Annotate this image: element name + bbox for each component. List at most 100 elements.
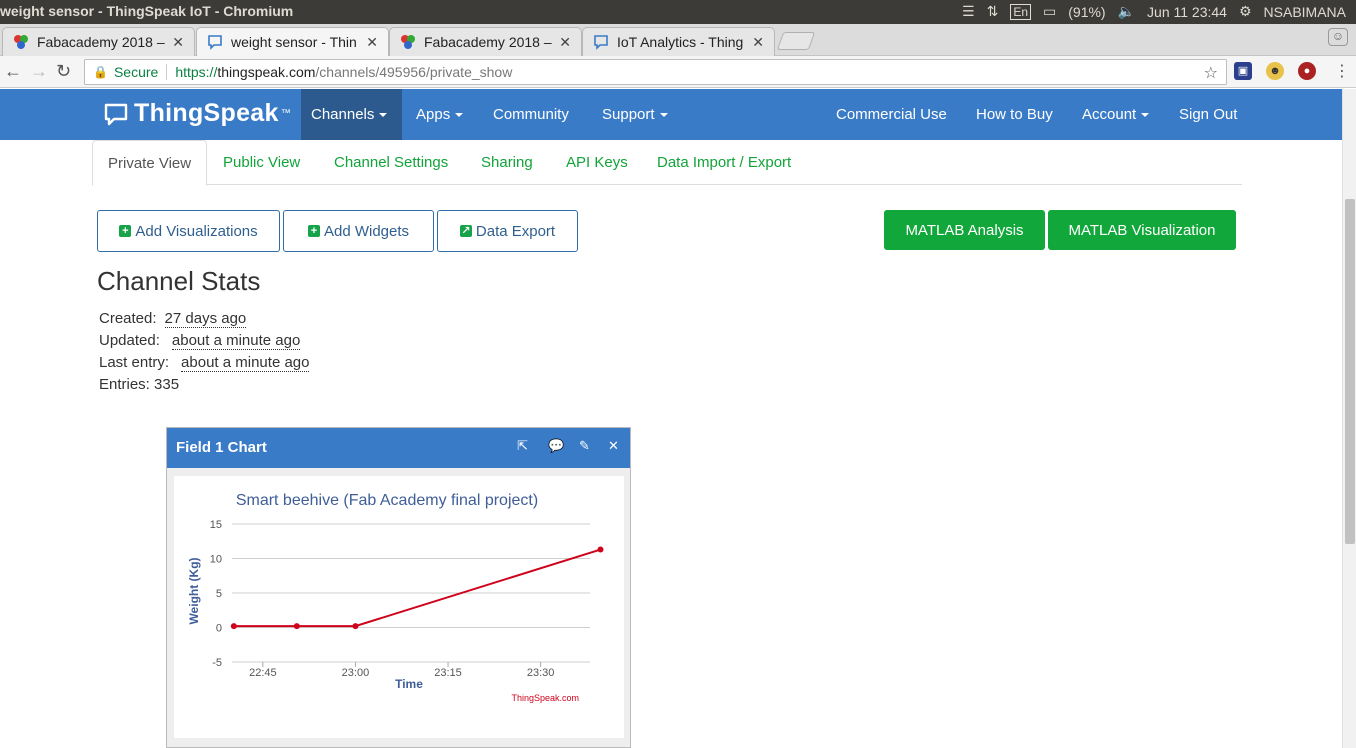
stat-value: 27 days ago [164,310,247,328]
new-tab-button[interactable] [776,32,816,50]
y-tick-label: -5 [212,657,222,669]
y-tick-label: 10 [210,554,222,566]
add-widgets-button[interactable]: + Add Widgets [283,210,434,252]
tab-public-view[interactable]: Public View [208,140,315,185]
browser-tab[interactable]: Fabacademy 2018 – ✕ [2,27,195,56]
bookmark-star-icon[interactable]: ☆ [1204,63,1218,83]
keyboard-layout[interactable]: En [1010,3,1032,20]
nav-commercial-use[interactable]: Commercial Use [826,89,957,140]
stat-value: about a minute ago [181,354,310,372]
stat-value: about a minute ago [171,332,301,350]
tab-channel-settings[interactable]: Channel Settings [319,140,463,185]
button-label: Data Export [475,222,556,240]
user-name[interactable]: NSABIMANA [1264,4,1346,20]
extension-icon[interactable]: ▣ [1234,62,1252,80]
forward-arrow-icon[interactable]: → [30,61,48,82]
tab-sharing[interactable]: Sharing [466,140,548,185]
data-point[interactable] [293,623,300,630]
add-visualizations-button[interactable]: + Add Visualizations [97,210,280,252]
profile-icon[interactable]: ☺ [1328,28,1348,46]
url-host: thingspeak.com [217,64,316,80]
chart-grid [232,523,590,663]
chart-area: Smart beehive (Fab Academy final project… [174,476,624,738]
nav-account[interactable]: Account [1072,89,1159,140]
nav-apps[interactable]: Apps [406,89,473,140]
nav-label: Commercial Use [836,106,947,123]
page-scrollbar[interactable] [1342,89,1356,748]
tab-title: IoT Analytics - Thing [617,34,744,50]
close-icon[interactable]: ✕ [608,438,619,454]
nav-community[interactable]: Community [483,89,579,140]
close-tab-icon[interactable]: ✕ [752,34,764,51]
browser-tab[interactable]: IoT Analytics - Thing ✕ [582,27,775,56]
close-tab-icon[interactable]: ✕ [559,34,571,51]
tab-data-import-export[interactable]: Data Import / Export [642,140,806,185]
tab-title: weight sensor - Thin [231,34,357,50]
y-tick-label: 0 [216,623,222,635]
url-protocol: https:// [175,64,218,80]
nav-label: Account [1082,106,1137,123]
caret-down-icon [455,113,464,118]
nav-label: How to Buy [976,106,1053,123]
window-title: weight sensor - ThingSpeak IoT - Chromiu… [0,3,294,19]
matlab-analysis-button[interactable]: MATLAB Analysis [884,210,1045,250]
fabacademy-favicon-icon [14,35,28,49]
tab-private-view[interactable]: Private View [92,140,208,186]
tab-api-keys[interactable]: API Keys [551,140,643,185]
pencil-icon[interactable]: ✎ [579,438,590,454]
clock[interactable]: Jun 11 23:44 [1147,4,1227,20]
reload-icon[interactable]: ↻ [56,61,71,82]
nav-sign-out[interactable]: Sign Out [1169,89,1247,140]
os-top-bar: weight sensor - ThingSpeak IoT - Chromiu… [0,0,1356,24]
volume-icon[interactable]: 🔈 [1118,3,1135,20]
stat-label: Entries: [99,376,150,393]
scrollbar-thumb[interactable] [1345,199,1355,544]
button-label: Add Visualizations [135,222,258,240]
matlab-visualization-button[interactable]: MATLAB Visualization [1048,210,1236,250]
x-axis-label: Time [395,677,423,691]
close-tab-icon[interactable]: ✕ [366,34,378,51]
menu-icon[interactable]: ☰ [962,3,975,20]
url-input[interactable]: 🔒 Secure https:// thingspeak.com /channe… [84,59,1227,85]
stat-updated: Updated: about a minute ago [99,332,301,350]
fabacademy-favicon-icon [401,35,415,49]
back-arrow-icon[interactable]: ← [4,61,22,82]
y-axis-label: Weight (Kg) [187,557,201,624]
extension-icon[interactable]: ☻ [1266,62,1284,80]
x-tick-label: 22:45 [249,667,277,679]
nav-label: Community [493,106,569,123]
caret-down-icon [379,113,388,118]
extension-icon[interactable]: ● [1298,62,1316,80]
widget-title: Field 1 Chart [176,439,267,456]
close-tab-icon[interactable]: ✕ [172,34,184,51]
nav-channels[interactable]: Channels [301,89,402,140]
field-1-chart-widget: Field 1 Chart ⇱ 💬 ✎ ✕ Smart beehive (Fab… [166,427,631,748]
data-export-button[interactable]: ↗ Data Export [437,210,578,252]
thingspeak-logo[interactable]: ThingSpeak ™ [104,99,291,128]
nav-label: Channels [311,106,375,123]
data-point[interactable] [230,623,237,630]
thingspeak-navbar: ThingSpeak ™ Channels Apps Community Sup… [0,89,1342,140]
chart-credit[interactable]: ThingSpeak.com [511,693,579,703]
nav-support[interactable]: Support [592,89,678,140]
tab-title: Fabacademy 2018 – [424,34,552,50]
data-point[interactable] [597,546,604,553]
speech-bubble-logo-icon [104,103,128,125]
y-axis-ticks: -5 0 5 10 15 [210,519,222,669]
data-point[interactable] [352,623,359,630]
nav-how-to-buy[interactable]: How to Buy [966,89,1063,140]
export-icon: ↗ [459,225,472,237]
gear-icon[interactable]: ⚙ [1239,3,1252,20]
browser-tab-active[interactable]: weight sensor - Thin ✕ [196,27,389,56]
logo-trademark: ™ [280,108,291,119]
line-chart: Smart beehive (Fab Academy final project… [187,492,604,703]
battery-icon[interactable]: ▭ [1043,3,1056,20]
network-icon[interactable]: ⇅ [987,3,999,20]
nav-label: Sign Out [1179,106,1238,123]
open-external-icon[interactable]: ⇱ [517,438,528,454]
thingspeak-favicon-icon [208,35,222,50]
comment-icon[interactable]: 💬 [548,438,564,454]
browser-tab-bar: Fabacademy 2018 – ✕ weight sensor - Thin… [0,24,1356,56]
browser-menu-icon[interactable]: ⋮ [1334,61,1350,81]
browser-tab[interactable]: Fabacademy 2018 – ✕ [389,27,582,56]
